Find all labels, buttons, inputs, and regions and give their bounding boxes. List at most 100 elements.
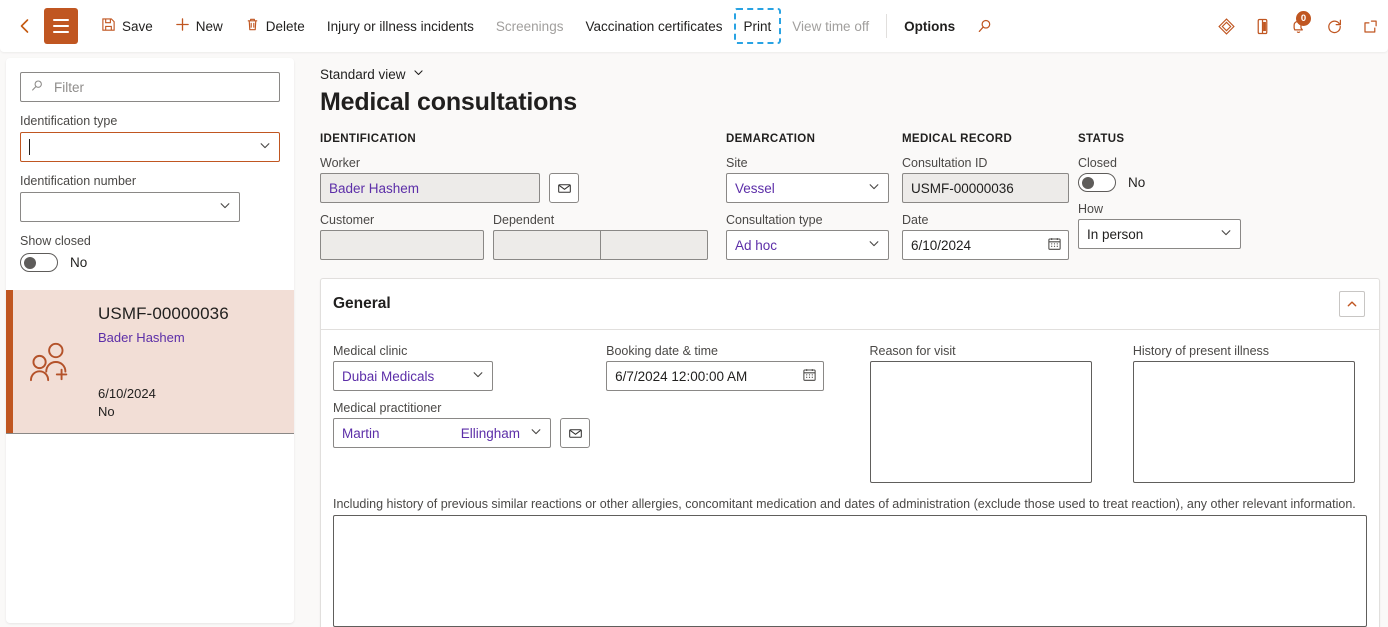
identification-type-combobox[interactable]	[20, 132, 280, 162]
calendar-icon[interactable]	[1047, 236, 1062, 254]
view-switcher-label: Standard view	[320, 66, 406, 82]
history-of-present-illness-label: History of present illness	[1132, 344, 1270, 358]
general-panel-body: Medical clinic Dubai Medicals Medical pr…	[321, 330, 1379, 497]
notes-label: Including history of previous similar re…	[333, 497, 1356, 511]
identification-number-combobox[interactable]	[20, 192, 240, 222]
dependent-input-second[interactable]	[600, 230, 708, 260]
medical-clinic-field: Medical clinic Dubai Medicals	[333, 344, 606, 391]
consultation-type-combobox[interactable]: Ad hoc	[726, 230, 889, 260]
save-button[interactable]: Save	[90, 9, 164, 43]
search-icon[interactable]	[966, 9, 1002, 43]
main-content: Standard view Medical consultations IDEN…	[306, 52, 1388, 627]
delete-button-label: Delete	[265, 18, 305, 34]
general-panel-header[interactable]: General	[321, 279, 1379, 330]
print-button[interactable]: Print	[733, 8, 782, 44]
general-column-history: History of present illness	[1132, 344, 1367, 483]
page-title: Medical consultations	[320, 88, 577, 116]
chevron-down-icon	[1219, 226, 1233, 243]
site-field: Site Vessel	[726, 156, 902, 203]
identification-number-label: Identification number	[20, 174, 137, 188]
new-button-label: New	[195, 18, 223, 34]
worker-envelope-icon[interactable]	[549, 173, 579, 203]
application-window: Save New Delete Injury or illness incide…	[0, 0, 1388, 627]
general-panel-notes: Including history of previous similar re…	[321, 497, 1379, 627]
list-item-closed: No	[98, 404, 115, 419]
refresh-icon[interactable]	[1316, 9, 1352, 43]
how-value: In person	[1087, 226, 1144, 242]
notes-textarea[interactable]	[333, 515, 1367, 627]
consultation-id-input[interactable]: USMF-00000036	[902, 173, 1069, 203]
booking-date-time-input[interactable]: 6/7/2024 12:00:00 AM	[606, 361, 825, 391]
open-in-new-window-icon[interactable]	[1352, 9, 1388, 43]
medical-practitioner-label: Medical practitioner	[333, 401, 442, 415]
reason-for-visit-label: Reason for visit	[869, 344, 956, 358]
how-field: How In person	[1078, 202, 1268, 249]
customer-input[interactable]	[320, 230, 484, 260]
toolbar-divider	[886, 14, 888, 38]
closed-toggle[interactable]	[1078, 173, 1116, 192]
vaccination-certificates-button[interactable]: Vaccination certificates	[574, 9, 733, 43]
closed-value: No	[1128, 175, 1146, 190]
site-combobox[interactable]: Vessel	[726, 173, 889, 203]
general-panel-title: General	[333, 295, 391, 312]
group-medical-record: MEDICAL RECORD Consultation ID USMF-0000…	[902, 133, 1078, 260]
customer-dependent-row: Customer Dependent	[320, 213, 726, 260]
filter-box[interactable]	[20, 72, 280, 102]
dependent-input-first[interactable]	[493, 230, 600, 260]
new-button[interactable]: New	[164, 9, 234, 43]
general-panel: General Medical clinic Dubai Medicals Me…	[320, 278, 1380, 627]
diamond-icon[interactable]	[1208, 9, 1244, 43]
customer-label: Customer	[320, 213, 375, 227]
date-label: Date	[902, 213, 929, 227]
list-item-worker[interactable]: Bader Hashem	[98, 330, 280, 345]
hamburger-menu-icon[interactable]	[44, 8, 78, 44]
how-combobox[interactable]: In person	[1078, 219, 1241, 249]
injury-or-illness-incidents-button[interactable]: Injury or illness incidents	[316, 9, 485, 43]
general-column-left: Medical clinic Dubai Medicals Medical pr…	[333, 344, 606, 483]
how-label: How	[1078, 202, 1104, 216]
back-arrow-icon[interactable]	[8, 9, 42, 43]
chevron-down-icon	[218, 199, 232, 216]
save-button-label: Save	[122, 18, 153, 34]
consultation-type-field: Consultation type Ad hoc	[726, 213, 902, 260]
contrast-icon[interactable]	[1244, 9, 1280, 43]
search-icon	[30, 79, 44, 96]
options-button[interactable]: Options	[893, 9, 966, 43]
notifications-icon[interactable]: 0	[1280, 9, 1316, 43]
medical-practitioner-last-name: Ellingham	[460, 425, 520, 441]
history-of-present-illness-textarea[interactable]	[1132, 361, 1355, 483]
date-input[interactable]: 6/10/2024	[902, 230, 1069, 260]
chevron-down-icon	[412, 66, 425, 82]
reason-for-visit-textarea[interactable]	[869, 361, 1092, 483]
filter-input[interactable]	[52, 78, 270, 96]
group-demarcation-header: DEMARCATION	[726, 133, 816, 145]
worker-field: Worker Bader Hashem	[320, 156, 726, 203]
delete-button[interactable]: Delete	[234, 9, 316, 43]
closed-row: No	[1078, 173, 1268, 192]
view-switcher[interactable]: Standard view	[320, 66, 425, 82]
list-item[interactable]: USMF-00000036 Bader Hashem 6/10/2024 No	[6, 290, 294, 434]
medical-clinic-label: Medical clinic	[333, 344, 408, 358]
medical-practitioner-combobox[interactable]: Martin Ellingham	[333, 418, 551, 448]
header-fast-tabs: IDENTIFICATION Worker Bader Hashem Custo…	[320, 133, 1382, 260]
medical-clinic-combobox[interactable]: Dubai Medicals	[333, 361, 493, 391]
practitioner-envelope-icon[interactable]	[560, 418, 590, 448]
show-closed-toggle[interactable]	[20, 253, 58, 272]
chevron-down-icon	[471, 368, 485, 385]
dependent-field: Dependent	[493, 213, 708, 260]
workers-add-icon	[6, 304, 98, 419]
calendar-icon[interactable]	[802, 367, 817, 385]
trash-icon	[245, 17, 260, 35]
list-item-id: USMF-00000036	[98, 304, 229, 323]
list-item-body: USMF-00000036 Bader Hashem 6/10/2024 No	[98, 304, 280, 419]
chevron-down-icon	[258, 139, 272, 156]
identification-type-field: Identification type	[6, 114, 294, 162]
worker-input[interactable]: Bader Hashem	[320, 173, 540, 203]
chevron-up-icon[interactable]	[1339, 291, 1365, 317]
identification-type-label: Identification type	[20, 114, 118, 128]
group-status: STATUS Closed No How In person	[1078, 133, 1268, 260]
show-closed-field: Show closed No	[6, 234, 294, 272]
worker-row: Bader Hashem	[320, 173, 726, 203]
toggle-knob	[24, 256, 36, 269]
group-identification-header: IDENTIFICATION	[320, 133, 417, 145]
